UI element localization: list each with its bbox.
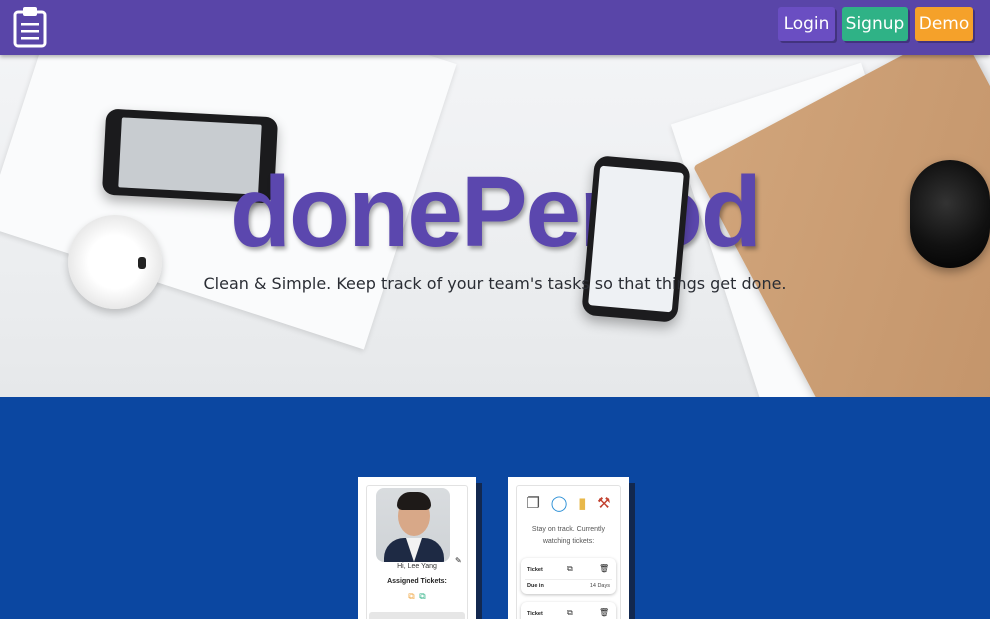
ticket-item[interactable]: Ticket ⧉ 🗑 Due in 14 Days <box>521 558 616 594</box>
feature-icon-row: ❐ ◯ ▮ ⚒ <box>517 494 620 512</box>
ticket-placeholder <box>369 612 465 619</box>
greeting-text: Hi, Lee Yang <box>397 563 437 570</box>
wrench-icon: ⚒ <box>597 495 611 512</box>
external-link-icon[interactable]: ⧉ <box>408 591 414 601</box>
watching-tickets-card: ❐ ◯ ▮ ⚒ Stay on track. Currently watchin… <box>508 477 629 619</box>
hero-subtitle: Clean & Simple. Keep track of your team'… <box>203 274 787 293</box>
due-label: Due in <box>527 583 544 589</box>
login-button[interactable]: Login <box>778 7 835 41</box>
track-card-inner: ❐ ◯ ▮ ⚒ Stay on track. Currently watchin… <box>516 485 621 619</box>
ticket-label: Ticket <box>527 611 543 617</box>
open-ticket-icon[interactable]: ⧉ <box>567 608 573 618</box>
trash-icon[interactable]: 🗑 <box>599 564 609 573</box>
profile-card-inner: ✎ Hi, Lee Yang Assigned Tickets: ⧉ ⧉ <box>366 485 468 619</box>
background-phone <box>581 155 691 323</box>
demo-button[interactable]: Demo <box>915 7 973 41</box>
open-ticket-icon[interactable]: ⧉ <box>567 564 573 574</box>
hero-title: donePeriod <box>229 156 762 268</box>
ticket-item[interactable]: Ticket ⧉ 🗑 <box>521 602 616 619</box>
avatar <box>376 488 450 562</box>
hero-banner: donePeriod Clean & Simple. Keep track of… <box>0 55 990 397</box>
top-navbar: Login Signup Demo <box>0 0 990 55</box>
assigned-tickets-label: Assigned Tickets: <box>387 578 447 585</box>
folder-icon: ▮ <box>578 495 587 512</box>
compass-icon: ◯ <box>550 495 568 512</box>
due-value: 14 Days <box>589 583 610 589</box>
copy-icon: ❐ <box>526 495 540 512</box>
trash-icon[interactable]: 🗑 <box>599 608 609 617</box>
profile-preview-card: ✎ Hi, Lee Yang Assigned Tickets: ⧉ ⧉ <box>358 477 476 619</box>
ticket-label: Ticket <box>527 567 543 573</box>
edit-icon[interactable]: ⧉ <box>419 591 425 601</box>
watching-message: Stay on track. Currently watching ticket… <box>531 526 606 545</box>
signup-button[interactable]: Signup <box>842 7 908 41</box>
assigned-ticket-icons: ⧉ ⧉ <box>367 591 467 602</box>
clipboard-icon[interactable] <box>12 6 48 48</box>
